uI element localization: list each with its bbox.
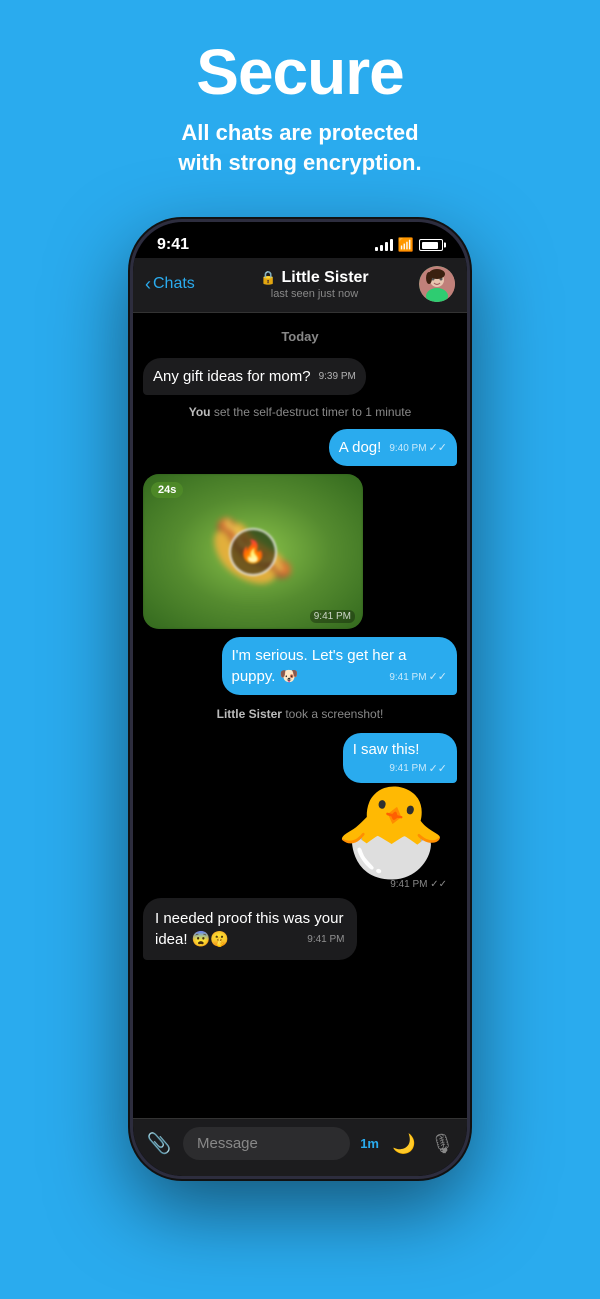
moon-icon: 🌙 xyxy=(392,1132,416,1156)
message-input[interactable]: Message xyxy=(183,1127,350,1160)
screenshot-notice: Little Sister took a screenshot! xyxy=(143,707,457,721)
bubble-time: 9:39 PM xyxy=(319,370,356,384)
phone-mockup: 9:41 📶 ‹ Ch xyxy=(130,219,470,1179)
message-row: Any gift ideas for mom? 9:39 PM xyxy=(143,358,457,395)
bubble-text: I saw this! xyxy=(353,741,420,758)
bubble-text: I'm serious. Let's get her a puppy. 🐶 xyxy=(232,647,407,685)
wifi-icon: 📶 xyxy=(398,237,414,253)
date-divider: Today xyxy=(143,329,457,344)
system-message: You set the self-destruct timer to 1 min… xyxy=(143,405,457,419)
messages-area: Today Any gift ideas for mom? 9:39 PM Yo… xyxy=(133,313,467,1118)
message-row: I'm serious. Let's get her a puppy. 🐶 9:… xyxy=(143,637,457,695)
bubble-time: 9:40 PM ✓✓ xyxy=(389,441,447,456)
check-marks: ✓✓ xyxy=(429,441,447,456)
bubble-time: 9:41 PM xyxy=(307,933,344,947)
check-marks: ✓✓ xyxy=(429,670,447,685)
sticker-wrapper: 🐣 9:41 PM ✓✓ xyxy=(335,787,457,890)
attach-icon: 📎 xyxy=(147,1131,172,1156)
message-row: I saw this! 9:41 PM ✓✓ 🐣 9:41 PM ✓✓ xyxy=(143,733,457,890)
hero-title: Secure xyxy=(196,40,403,104)
phone-screen: 9:41 📶 ‹ Ch xyxy=(133,222,467,1176)
bubble-outgoing: I'm serious. Let's get her a puppy. 🐶 9:… xyxy=(222,637,458,695)
input-placeholder: Message xyxy=(197,1135,258,1152)
media-time: 9:41 PM xyxy=(310,610,355,623)
status-bar: 9:41 📶 xyxy=(133,222,467,258)
mic-button[interactable]: 🎙 xyxy=(427,1129,457,1159)
sticker-time: 9:41 PM ✓✓ xyxy=(390,879,447,890)
fire-icon: 🔥 xyxy=(239,539,266,565)
attach-button[interactable]: 📎 xyxy=(143,1128,175,1160)
bubble-incoming: I needed proof this was your idea! 😨🤫 9:… xyxy=(143,898,357,960)
message-row: I needed proof this was your idea! 😨🤫 9:… xyxy=(143,898,457,960)
bubble-outgoing: A dog! 9:40 PM ✓✓ xyxy=(329,429,457,466)
status-icons: 📶 xyxy=(375,237,443,253)
chevron-left-icon: ‹ xyxy=(145,275,151,293)
bubble-incoming: Any gift ideas for mom? 9:39 PM xyxy=(143,358,366,395)
signal-icon xyxy=(375,239,393,251)
avatar-image xyxy=(419,266,455,302)
chat-header: ‹ Chats 🔒 Little Sister last seen just n… xyxy=(133,258,467,313)
check-marks: ✓✓ xyxy=(429,762,447,775)
input-bar: 📎 Message 1m 🌙 🎙 xyxy=(133,1118,467,1176)
media-bubble[interactable]: 🌭 🔥 24s 9:41 PM xyxy=(143,474,363,629)
bubble-time: 9:41 PM ✓✓ xyxy=(389,762,447,775)
timer-button[interactable]: 1m xyxy=(358,1136,381,1151)
status-time: 9:41 xyxy=(157,236,189,254)
sticker-container: I saw this! 9:41 PM ✓✓ 🐣 9:41 PM ✓✓ xyxy=(305,733,457,890)
contact-name-row: 🔒 Little Sister xyxy=(260,269,368,287)
message-row: A dog! 9:40 PM ✓✓ xyxy=(143,429,457,466)
hero-subtitle: All chats are protectedwith strong encry… xyxy=(178,118,421,177)
bubble-time: 9:41 PM ✓✓ xyxy=(389,670,447,685)
mic-icon: 🎙 xyxy=(430,1132,454,1156)
contact-name: Little Sister xyxy=(282,269,369,287)
timer-badge: 24s xyxy=(151,482,183,498)
phone-frame: 9:41 📶 ‹ Ch xyxy=(130,219,470,1179)
hero-section: Secure All chats are protectedwith stron… xyxy=(0,0,600,197)
lock-icon: 🔒 xyxy=(260,270,276,286)
sticker-emoji: 🐣 xyxy=(335,787,447,877)
back-label[interactable]: Chats xyxy=(153,275,195,293)
bubble-text: A dog! xyxy=(339,439,382,456)
battery-icon xyxy=(419,239,443,251)
back-button[interactable]: ‹ Chats xyxy=(145,275,210,293)
contact-status: last seen just now xyxy=(271,288,358,300)
bubble-text: Any gift ideas for mom? xyxy=(153,368,311,385)
play-button[interactable]: 🔥 xyxy=(229,528,277,576)
chat-header-center: 🔒 Little Sister last seen just now xyxy=(210,269,419,300)
moon-button[interactable]: 🌙 xyxy=(389,1129,419,1159)
bubble-outgoing: I saw this! 9:41 PM ✓✓ xyxy=(343,733,457,783)
media-message-row: 🌭 🔥 24s 9:41 PM xyxy=(143,474,457,629)
avatar[interactable] xyxy=(419,266,455,302)
